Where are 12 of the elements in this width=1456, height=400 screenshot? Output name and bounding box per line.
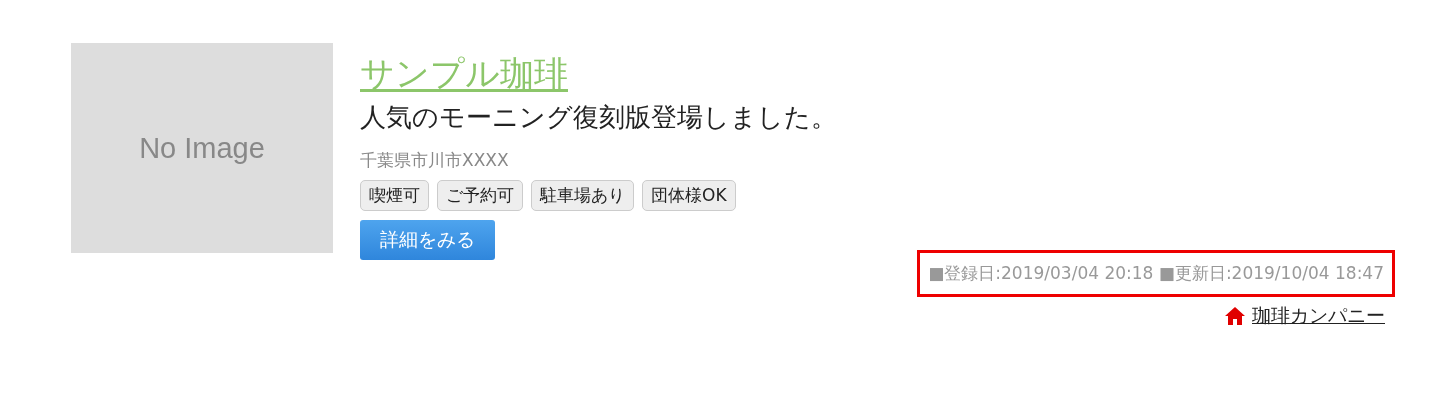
feature-tag: 駐車場あり	[531, 180, 634, 211]
catch-copy: 人気のモーニング復刻版登場しました。	[360, 101, 837, 134]
address-text: 千葉県市川市XXXX	[360, 149, 509, 172]
no-image-text: No Image	[139, 131, 265, 165]
shop-title-link[interactable]: サンプル珈琲	[360, 51, 568, 95]
feature-tag: 団体様OK	[642, 180, 736, 211]
company-link[interactable]: 珈琲カンパニー	[1252, 303, 1385, 329]
detail-button[interactable]: 詳細をみる	[360, 220, 495, 260]
home-icon	[1224, 306, 1246, 326]
date-info: ■登録日:2019/03/04 20:18 ■更新日:2019/10/04 18:47	[917, 250, 1395, 297]
feature-tag: 喫煙可	[360, 180, 429, 211]
feature-tag: ご予約可	[437, 180, 523, 211]
